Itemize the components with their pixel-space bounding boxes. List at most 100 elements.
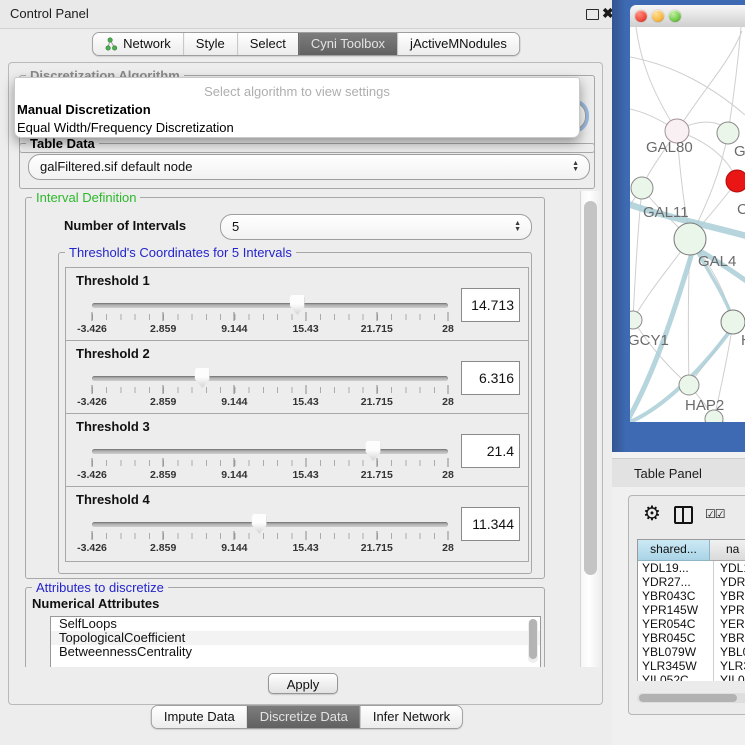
threshold-3-slider[interactable]: -3.426 2.859 9.144 15.43 21.715 28 — [92, 414, 448, 488]
node-g[interactable] — [717, 122, 739, 144]
slider-ticks — [92, 533, 448, 539]
gear-icon[interactable]: ⚙ — [643, 501, 661, 526]
threshold-2-slider[interactable]: -3.426 2.859 9.144 15.43 21.715 28 — [92, 341, 448, 415]
tab-impute-data[interactable]: Impute Data — [152, 706, 247, 728]
list-item[interactable]: SelfLoops — [51, 617, 540, 631]
node-red-selected[interactable] — [726, 170, 745, 192]
thresholds-group-title: Threshold's Coordinates for 5 Intervals — [65, 245, 296, 260]
float-window-icon[interactable] — [586, 9, 599, 20]
table-row[interactable]: YBR045CYBR0 — [638, 631, 745, 645]
tab-discretize-data[interactable]: Discretize Data — [247, 706, 360, 728]
control-panel: Control Panel ✖ Network Style Select Cyn… — [0, 0, 612, 745]
node-hap2[interactable] — [679, 375, 699, 395]
tab-network-label: Network — [123, 33, 171, 55]
combo-arrows-icon: ▲▼ — [572, 161, 579, 173]
tab-infer-network[interactable]: Infer Network — [360, 706, 462, 728]
node-gal11[interactable] — [631, 177, 653, 199]
slider-track[interactable] — [92, 303, 448, 308]
node-gcy1[interactable] — [630, 311, 642, 329]
slider-ticks — [92, 387, 448, 393]
attributes-group: Attributes to discretize Numerical Attri… — [25, 587, 545, 667]
list-item[interactable]: TopologicalCoefficient — [51, 631, 540, 645]
table-row[interactable]: YLR345WYLR3 — [638, 659, 745, 673]
scrollbar-thumb[interactable] — [584, 201, 597, 575]
tab-style[interactable]: Style — [183, 33, 237, 55]
combo-arrows-icon: ▲▼ — [514, 221, 521, 233]
close-traffic-light-icon[interactable] — [635, 10, 647, 22]
node-label: GCY1 — [630, 332, 669, 349]
table-row[interactable]: YBR043CYBR0 — [638, 589, 745, 603]
table-row[interactable]: YDR27...YDR2 — [638, 575, 745, 589]
column-layout-icon[interactable] — [674, 506, 693, 524]
slider-track[interactable] — [92, 449, 448, 454]
table-data-group-title: Table Data — [26, 136, 99, 151]
threshold-3-value-field[interactable]: 21.4 — [461, 434, 520, 468]
slider-ticks — [92, 460, 448, 466]
table-row[interactable]: YER054CYER0 — [638, 617, 745, 631]
number-of-intervals-combobox[interactable]: 5 ▲▼ — [220, 214, 532, 240]
tab-cyni-toolbox[interactable]: Cyni Toolbox — [298, 33, 397, 55]
slider-handle[interactable] — [252, 514, 267, 534]
popup-option-equal-width[interactable]: Equal Width/Frequency Discretization — [15, 120, 579, 136]
table-header-row: shared... na — [638, 540, 745, 561]
node-label: HAP2 — [685, 397, 724, 414]
table-row[interactable]: YDL19...YDL1 — [638, 561, 745, 575]
threshold-4-slider[interactable]: -3.426 2.859 9.144 15.43 21.715 28 — [92, 487, 448, 561]
numerical-attributes-label: Numerical Attributes — [32, 596, 159, 611]
numerical-attributes-list[interactable]: SelfLoops TopologicalCoefficient Between… — [50, 616, 541, 667]
tab-network[interactable]: Network — [93, 33, 183, 55]
slider-handle[interactable] — [290, 295, 305, 315]
column-header-shared-name[interactable]: shared... — [638, 540, 710, 561]
slider-handle[interactable] — [366, 441, 381, 461]
node-label: GAL4 — [698, 253, 736, 270]
number-of-intervals-label: Number of Intervals — [64, 218, 186, 233]
zoom-traffic-light-icon[interactable] — [669, 10, 681, 22]
popup-option-manual-discretization[interactable]: Manual Discretization — [15, 102, 579, 118]
interval-definition-group: Interval Definition Number of Intervals … — [25, 197, 545, 579]
threshold-2-row: Threshold 2 -3.426 2.859 9.144 15.43 21.… — [65, 340, 529, 416]
column-header-name[interactable]: na — [710, 540, 745, 561]
tab-jactivemnodules[interactable]: jActiveMNodules — [397, 33, 519, 55]
table-row[interactable]: YIL052CYIL0 — [638, 673, 745, 681]
scrollbar-thumb[interactable] — [639, 694, 737, 702]
list-item[interactable]: BetweennessCentrality — [51, 645, 540, 659]
table-horizontal-scrollbar[interactable] — [637, 693, 745, 703]
slider-track[interactable] — [92, 376, 448, 381]
node-h[interactable] — [721, 310, 745, 334]
threshold-4-value-field[interactable]: 11.344 — [461, 507, 520, 541]
bottom-tab-bar: Impute Data Discretize Data Infer Networ… — [151, 705, 463, 729]
select-columns-icon[interactable]: ☑☑ — [705, 507, 725, 521]
minimize-traffic-light-icon[interactable] — [652, 10, 664, 22]
table-row[interactable]: YBL079WYBL0 — [638, 645, 745, 659]
algorithm-dropdown-popup: Select algorithm to view settings Manual… — [14, 77, 580, 138]
table-data-combobox-value: galFiltered.sif default node — [40, 155, 192, 179]
table-data-combobox[interactable]: galFiltered.sif default node ▲▼ — [28, 154, 590, 180]
settings-vertical-scrollbar[interactable] — [580, 191, 601, 667]
list-scrollbar[interactable] — [528, 619, 538, 663]
tab-select[interactable]: Select — [237, 33, 298, 55]
node-gal4[interactable] — [674, 223, 706, 255]
top-tab-bar: Network Style Select Cyni Toolbox jActiv… — [92, 32, 520, 56]
slider-ticks — [92, 314, 448, 320]
table-panel-title: Table Panel — [634, 459, 702, 488]
threshold-1-value-field[interactable]: 14.713 — [461, 288, 520, 322]
node-label: GAL80 — [646, 139, 693, 156]
attributes-group-title: Attributes to discretize — [32, 580, 168, 595]
screenshot-root: Control Panel ✖ Network Style Select Cyn… — [0, 0, 745, 745]
threshold-1-slider[interactable]: -3.426 2.859 9.144 15.43 21.715 28 — [92, 268, 448, 342]
thresholds-group: Threshold's Coordinates for 5 Intervals … — [58, 252, 532, 574]
number-of-intervals-value: 5 — [232, 215, 239, 239]
node-label: GAL11 — [643, 204, 689, 221]
table-row[interactable]: YPR145WYPR1 — [638, 603, 745, 617]
popup-placeholder-option[interactable]: Select algorithm to view settings — [15, 84, 579, 99]
threshold-3-row: Threshold 3 -3.426 2.859 9.144 15.43 21.… — [65, 413, 529, 489]
network-canvas[interactable]: GAL80 G. C GAL11 GAL4 GCY1 H HAP2 — [630, 27, 745, 422]
apply-button[interactable]: Apply — [268, 673, 338, 694]
cyni-toolbox-panel: Discretization Algorithm ▲▼ Table Data g… — [8, 62, 603, 705]
slider-handle[interactable] — [195, 368, 210, 388]
threshold-2-value-field[interactable]: 6.316 — [461, 361, 520, 395]
network-window-titlebar[interactable] — [630, 5, 745, 28]
node-label: C — [737, 201, 745, 218]
slider-track[interactable] — [92, 522, 448, 527]
interval-definition-group-title: Interval Definition — [32, 191, 140, 205]
